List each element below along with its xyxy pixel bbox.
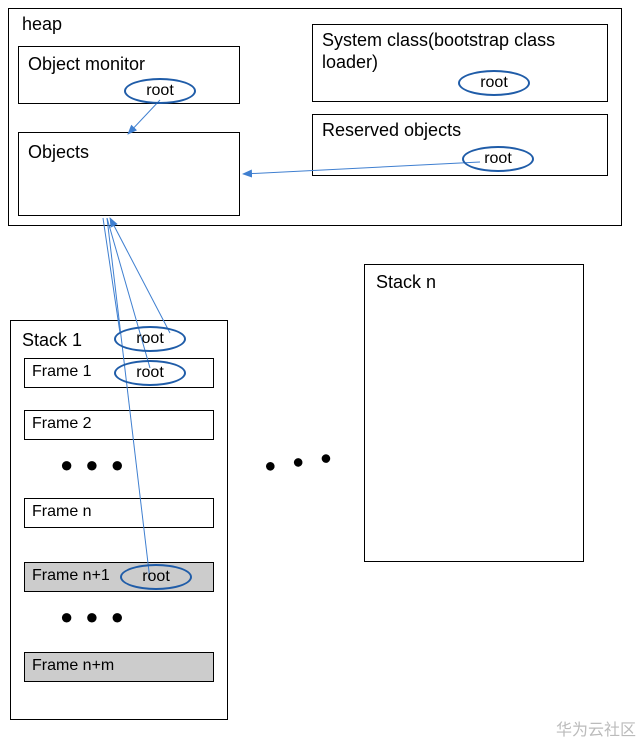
stack1-dots-1: ●●● <box>60 452 136 478</box>
watermark: 华为云社区 <box>556 716 636 740</box>
objects-label: Objects <box>28 142 89 164</box>
stack1-title: Stack 1 <box>22 330 82 352</box>
object-monitor-label: Object monitor <box>28 54 145 76</box>
frame-n1-label: Frame n+1 <box>32 566 110 585</box>
heap-title: heap <box>22 14 62 36</box>
object-monitor-root: root <box>124 78 196 104</box>
frame-nm-label: Frame n+m <box>32 656 114 675</box>
frame-2-label: Frame 2 <box>32 414 92 433</box>
frame-n1-root: root <box>120 564 192 590</box>
between-stacks-dots: ●●● <box>263 444 350 479</box>
system-class-root: root <box>458 70 530 96</box>
frame-1-root: root <box>114 360 186 386</box>
frame-n-label: Frame n <box>32 502 92 521</box>
frame-1-label: Frame 1 <box>32 362 92 381</box>
stack1-title-root: root <box>114 326 186 352</box>
stackn-container <box>364 264 584 562</box>
stack1-dots-2: ●●● <box>60 604 136 630</box>
reserved-objects-label: Reserved objects <box>322 120 461 142</box>
system-class-label: System class(bootstrap class loader) <box>322 30 582 73</box>
stackn-title: Stack n <box>376 272 436 294</box>
reserved-objects-root: root <box>462 146 534 172</box>
